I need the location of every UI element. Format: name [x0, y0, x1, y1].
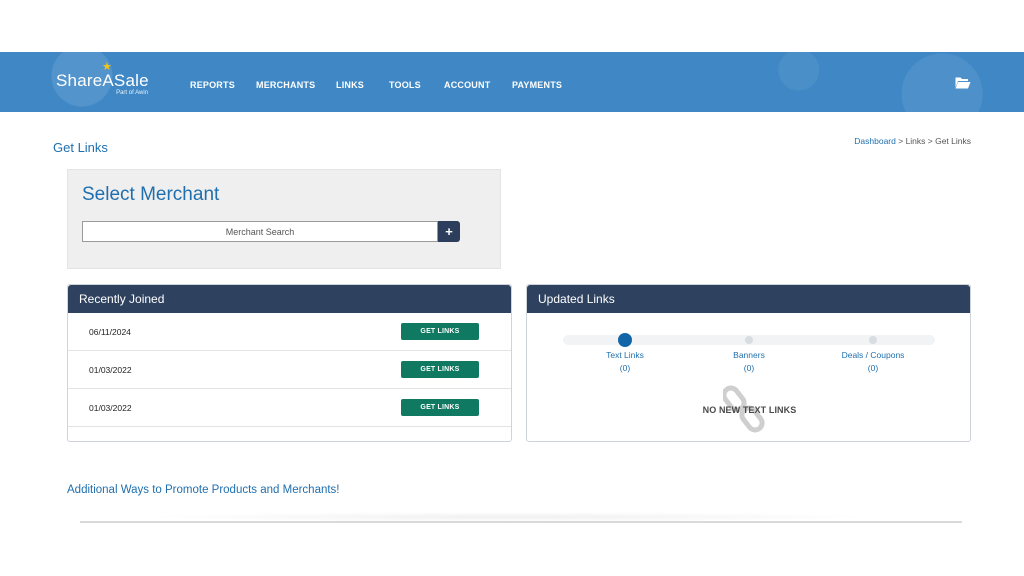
nav-reports[interactable]: REPORTS — [190, 80, 235, 90]
nav-payments[interactable]: PAYMENTS — [512, 80, 562, 90]
tab-text-links[interactable]: Text Links — [575, 350, 675, 360]
nav-links[interactable]: LINKS — [336, 80, 364, 90]
breadcrumb-separator: > — [895, 136, 906, 146]
additional-ways-heading: Additional Ways to Promote Products and … — [67, 484, 340, 496]
deals-coupons-count: (0) — [867, 363, 879, 373]
nav-tools[interactable]: TOOLS — [389, 80, 421, 90]
merchant-search-group: + — [82, 221, 460, 242]
banners-count: (0) — [743, 363, 755, 373]
tab-deals-coupons[interactable]: Deals / Coupons — [823, 350, 923, 360]
select-merchant-panel: Select Merchant + — [67, 169, 501, 269]
join-date: 01/03/2022 — [89, 365, 132, 375]
page: ★ ShareASale Part of Awin REPORTS MERCHA… — [0, 0, 1024, 576]
page-title: Get Links — [53, 140, 108, 155]
brand-tagline: Part of Awin — [116, 90, 148, 96]
get-links-button[interactable]: GET LINKS — [401, 361, 479, 378]
top-navbar: ★ ShareASale Part of Awin REPORTS MERCHA… — [0, 52, 1024, 112]
tab-banners[interactable]: Banners — [699, 350, 799, 360]
step-dot-deals[interactable] — [869, 336, 877, 344]
updated-links-panel: Updated Links Text Links (0) Banners (0)… — [526, 284, 971, 442]
step-dot-banners[interactable] — [745, 336, 753, 344]
section-divider — [80, 521, 962, 523]
recently-joined-panel: Recently Joined 06/11/2024 GET LINKS 01/… — [67, 284, 512, 442]
merchant-search-input[interactable] — [82, 221, 438, 242]
join-date: 01/03/2022 — [89, 403, 132, 413]
brand-logo[interactable]: ★ ShareASale Part of Awin — [56, 62, 156, 100]
breadcrumb-links: Links — [905, 136, 926, 146]
nav-merchants[interactable]: MERCHANTS — [256, 80, 315, 90]
text-links-count: (0) — [619, 363, 631, 373]
table-row: 01/03/2022 GET LINKS — [68, 389, 511, 427]
select-merchant-title: Select Merchant — [82, 184, 220, 205]
folder-open-icon[interactable] — [955, 76, 971, 89]
table-row: 01/03/2022 GET LINKS — [68, 351, 511, 389]
no-new-text-links-message: NO NEW TEXT LINKS — [702, 405, 797, 415]
breadcrumb-current: Get Links — [935, 136, 971, 146]
breadcrumb: Dashboard > Links > Get Links — [854, 136, 971, 146]
breadcrumb-separator: > — [925, 136, 936, 146]
join-date: 06/11/2024 — [89, 327, 131, 337]
step-dot-text-links[interactable] — [618, 333, 632, 347]
get-links-button[interactable]: GET LINKS — [401, 323, 479, 340]
brand-name: ShareASale — [56, 71, 149, 90]
recently-joined-title: Recently Joined — [68, 285, 511, 313]
updated-links-title: Updated Links — [527, 285, 970, 313]
table-row: 06/11/2024 GET LINKS — [68, 313, 511, 351]
breadcrumb-dashboard[interactable]: Dashboard — [854, 136, 896, 146]
get-links-button[interactable]: GET LINKS — [401, 399, 479, 416]
nav-account[interactable]: ACCOUNT — [444, 80, 490, 90]
merchant-search-button[interactable]: + — [438, 221, 460, 242]
